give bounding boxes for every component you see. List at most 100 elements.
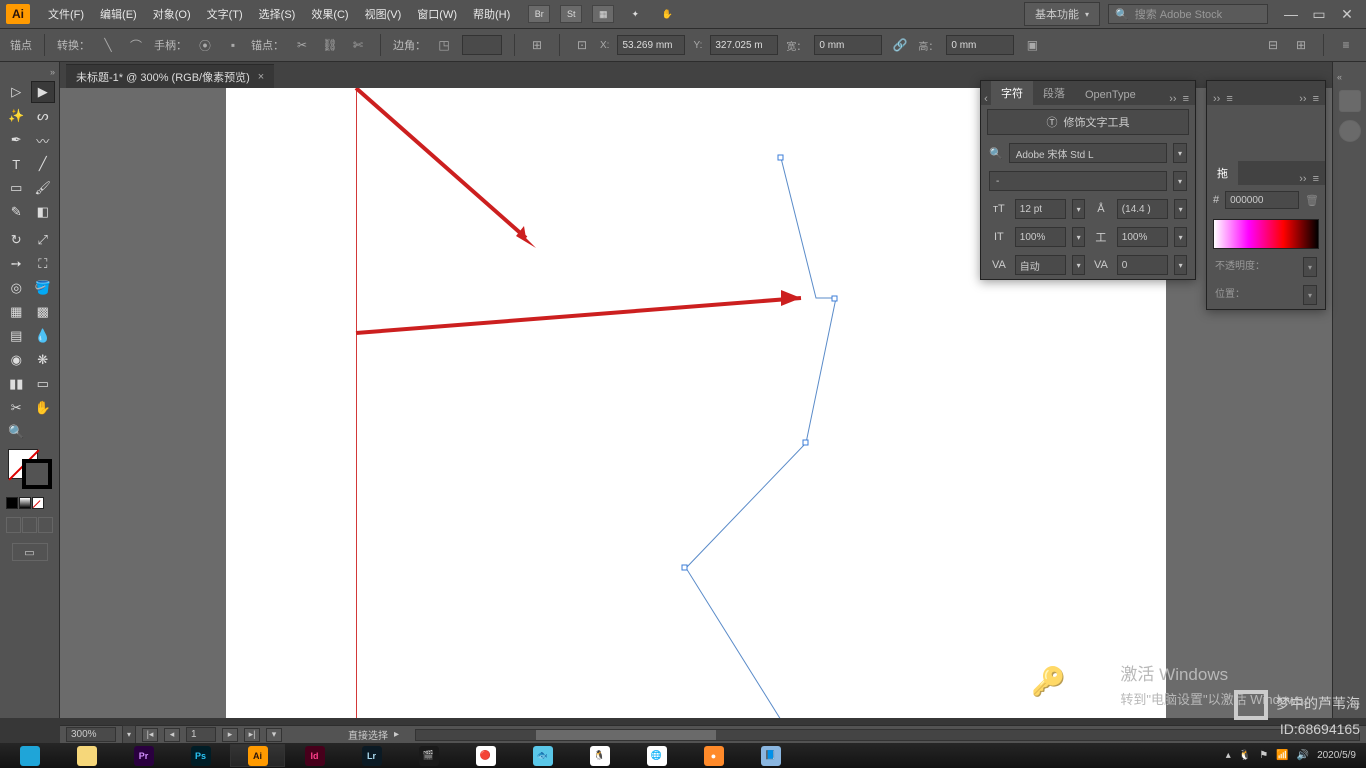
live-paint-tool[interactable]: 🪣 xyxy=(31,277,56,299)
slice-tool[interactable]: ✂ xyxy=(4,397,29,419)
font-size-input[interactable]: 12 pt xyxy=(1015,199,1066,219)
type-tool[interactable]: T xyxy=(4,153,29,175)
menu-帮助[interactable]: 帮助(H) xyxy=(465,2,518,26)
expand-panels-icon[interactable]: « xyxy=(1337,72,1342,82)
menu-对象[interactable]: 对象(O) xyxy=(145,2,199,26)
direct-selection-tool[interactable]: ▶ xyxy=(31,81,56,103)
w-input[interactable]: 0 mm xyxy=(814,35,882,55)
search-stock-input[interactable]: 🔍搜索 Adobe Stock xyxy=(1108,4,1268,24)
taskbar-app-2[interactable]: Pr xyxy=(116,744,171,767)
menu-文件[interactable]: 文件(F) xyxy=(40,2,92,26)
line-tool[interactable]: ╱ xyxy=(31,153,56,175)
next-artboard-button[interactable]: ▸ xyxy=(222,728,238,742)
tray-network-icon[interactable]: 📶 xyxy=(1276,750,1288,761)
taskbar-app-4[interactable]: Ai xyxy=(230,744,285,767)
isolate-icon[interactable]: ⊡ xyxy=(572,35,592,55)
x-input[interactable]: 53.269 mm xyxy=(617,35,685,55)
anchor-cut-icon[interactable]: ✄ xyxy=(348,35,368,55)
tray-flag-icon[interactable]: ⚑ xyxy=(1259,750,1268,761)
menu-文字[interactable]: 文字(T) xyxy=(199,2,251,26)
anchor-remove-icon[interactable]: ✂ xyxy=(292,35,312,55)
taskbar-app-1[interactable] xyxy=(59,744,114,767)
zoom-dropdown[interactable]: ▾ xyxy=(122,725,136,745)
close-tab-icon[interactable]: × xyxy=(258,71,264,83)
hand-tool[interactable]: ✋ xyxy=(31,397,56,419)
blend-tool[interactable]: ◉ xyxy=(4,349,29,371)
handle-show-icon[interactable]: ⦿ xyxy=(195,35,215,55)
menu-编辑[interactable]: 编辑(E) xyxy=(92,2,145,26)
panel-menu-icon[interactable]: ≡ xyxy=(1226,93,1232,105)
shaper-tool[interactable]: ✎ xyxy=(4,201,29,223)
arrange-icon[interactable]: ▦ xyxy=(592,5,614,23)
anchor-connect-icon[interactable]: ⛓ xyxy=(320,35,340,55)
magic-wand-tool[interactable]: ✨ xyxy=(4,105,29,127)
font-style-input[interactable]: - xyxy=(989,171,1167,191)
taskbar-app-11[interactable]: 🌐 xyxy=(629,744,684,767)
screen-mode-button[interactable]: ▭ xyxy=(12,543,48,561)
properties-panel-icon[interactable] xyxy=(1339,90,1361,112)
panel-collapse-icon[interactable]: ›› xyxy=(1169,93,1176,105)
maximize-button[interactable]: ▭ xyxy=(1306,5,1332,23)
menu-效果[interactable]: 效果(C) xyxy=(303,2,356,26)
width-tool[interactable]: ➙ xyxy=(4,253,29,275)
scale-tool[interactable]: ⤢ xyxy=(31,229,56,251)
delete-swatch-icon[interactable]: 🗑 xyxy=(1305,194,1319,207)
artboard-tool[interactable]: ▭ xyxy=(31,373,56,395)
feedback-icon[interactable]: ✋ xyxy=(656,5,678,23)
status-dropdown-icon[interactable]: ▸ xyxy=(394,729,399,740)
symbol-sprayer-tool[interactable]: ❋ xyxy=(31,349,56,371)
gpu-icon[interactable]: ✦ xyxy=(624,5,646,23)
tray-up-icon[interactable]: ▴ xyxy=(1226,750,1231,761)
y-input[interactable]: 327.025 m xyxy=(710,35,778,55)
lasso-tool[interactable]: ᔕ xyxy=(31,105,56,127)
corner-value[interactable] xyxy=(462,35,502,55)
minimize-button[interactable]: — xyxy=(1278,5,1304,23)
style-dropdown[interactable]: ▾ xyxy=(1173,171,1187,191)
taskbar-app-0[interactable] xyxy=(2,744,57,767)
last-artboard-button[interactable]: ▸| xyxy=(244,728,260,742)
taskbar-app-8[interactable]: 🔴 xyxy=(458,744,513,767)
tab-paragraph[interactable]: 段落 xyxy=(1033,81,1075,105)
shape-builder-tool[interactable]: ◎ xyxy=(4,277,29,299)
mesh-tool[interactable]: ▩ xyxy=(31,301,56,323)
handle-hide-icon[interactable]: ▪ xyxy=(223,35,243,55)
panel-menu-icon[interactable]: ≡ xyxy=(1183,93,1189,105)
menu-选择[interactable]: 选择(S) xyxy=(251,2,304,26)
panel-menu-icon[interactable]: ≡ xyxy=(1336,35,1356,55)
taskbar-app-13[interactable]: 📘 xyxy=(743,744,798,767)
font-family-input[interactable]: Adobe 宋体 Std L xyxy=(1009,143,1167,163)
taskbar-app-7[interactable]: 🎬 xyxy=(401,744,456,767)
hex-input[interactable]: 000000 xyxy=(1225,191,1299,209)
taskbar-app-12[interactable]: ● xyxy=(686,744,741,767)
link-wh-icon[interactable]: 🔗 xyxy=(890,35,910,55)
pen-tool[interactable]: ✒ xyxy=(4,129,29,151)
close-button[interactable]: ✕ xyxy=(1334,5,1360,23)
tab-opentype[interactable]: OpenType xyxy=(1075,85,1146,105)
menu-窗口[interactable]: 窗口(W) xyxy=(409,2,465,26)
convert-smooth-icon[interactable]: ⌒ xyxy=(126,35,146,55)
taskbar-app-3[interactable]: Ps xyxy=(173,744,228,767)
artboard-number[interactable]: 1 xyxy=(186,727,216,742)
tray-qq-icon[interactable]: 🐧 xyxy=(1239,750,1251,761)
rotate-tool[interactable]: ↻ xyxy=(4,229,29,251)
corner-icon[interactable]: ◳ xyxy=(434,35,454,55)
horizontal-scrollbar[interactable] xyxy=(415,729,1360,741)
touch-type-button[interactable]: 修饰文字工具 xyxy=(1064,114,1130,130)
expand-tools-icon[interactable]: » xyxy=(4,68,55,76)
stock-icon[interactable]: St xyxy=(560,5,582,23)
document-tab[interactable]: 未标题-1* @ 300% (RGB/像素预览) × xyxy=(66,64,274,88)
taskbar-app-6[interactable]: Lr xyxy=(344,744,399,767)
tray-volume-icon[interactable]: 🔊 xyxy=(1297,750,1309,761)
fill-stroke-swatch[interactable] xyxy=(8,449,52,489)
eyedropper-tool[interactable]: 💧 xyxy=(31,325,56,347)
taskbar-app-5[interactable]: Id xyxy=(287,744,342,767)
vscale-input[interactable]: 100% xyxy=(1015,227,1066,247)
tray-date[interactable]: 2020/5/9 xyxy=(1317,750,1356,761)
libraries-panel-icon[interactable] xyxy=(1339,120,1361,142)
gradient-tool[interactable]: ▤ xyxy=(4,325,29,347)
draw-mode-row[interactable] xyxy=(4,515,55,535)
bridge-icon[interactable]: Br xyxy=(528,5,550,23)
font-dropdown[interactable]: ▾ xyxy=(1173,143,1187,163)
transform-icon[interactable]: ▣ xyxy=(1022,35,1042,55)
hscale-input[interactable]: 100% xyxy=(1117,227,1168,247)
